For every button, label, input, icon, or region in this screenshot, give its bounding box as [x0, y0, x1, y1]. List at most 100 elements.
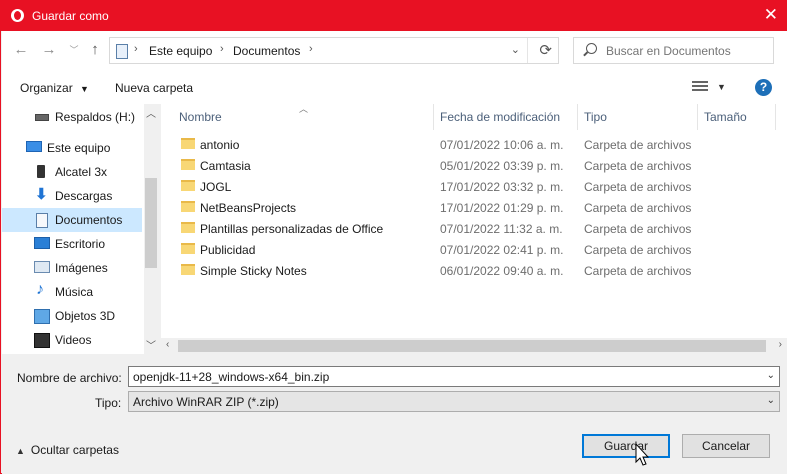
- navigation-pane-scrollbar[interactable]: ︿ ﹀: [144, 104, 158, 354]
- sidebar-item-musica[interactable]: ♪ Música: [2, 280, 142, 304]
- table-row[interactable]: antonio 07/01/2022 10:06 a. m. Carpeta d…: [177, 135, 777, 156]
- table-row[interactable]: Camtasia 05/01/2022 03:39 p. m. Carpeta …: [177, 156, 777, 177]
- toolbar: Organizar ▼ Nueva carpeta ▼ ?: [2, 71, 787, 104]
- column-separator: [697, 104, 698, 130]
- sidebar-item-label: Este equipo: [47, 141, 111, 155]
- pictures-icon: [34, 261, 50, 273]
- filetype-select[interactable]: Archivo WinRAR ZIP (*.zip) ⌄: [128, 391, 780, 412]
- location-icon: [116, 44, 128, 59]
- file-date: 07/01/2022 11:32 a. m.: [440, 222, 563, 236]
- hide-folders-toggle[interactable]: ▲ Ocultar carpetas: [16, 443, 119, 457]
- column-header-date[interactable]: Fecha de modificación: [440, 110, 560, 124]
- sidebar-item-label: Descargas: [55, 189, 113, 203]
- column-header-size[interactable]: Tamaño: [704, 110, 747, 124]
- drive-icon: [35, 114, 49, 121]
- table-row[interactable]: Publicidad 07/01/2022 02:41 p. m. Carpet…: [177, 240, 777, 261]
- file-type: Carpeta de archivos: [584, 180, 692, 194]
- folder-icon: [181, 222, 195, 233]
- sidebar-item-label: Videos: [55, 333, 92, 347]
- save-button[interactable]: Guardar: [582, 434, 670, 458]
- filename-dropdown-icon[interactable]: ⌄: [767, 370, 775, 381]
- window-title: Guardar como: [32, 9, 109, 23]
- file-type: Carpeta de archivos: [584, 201, 692, 215]
- table-row[interactable]: JOGL 17/01/2022 03:32 p. m. Carpeta de a…: [177, 177, 777, 198]
- download-icon: ⬇: [35, 186, 48, 203]
- help-icon[interactable]: ?: [755, 79, 772, 96]
- table-row[interactable]: Plantillas personalizadas de Office 07/0…: [177, 219, 777, 240]
- folder-icon: [181, 243, 195, 254]
- file-type: Carpeta de archivos: [584, 138, 692, 152]
- table-row[interactable]: NetBeansProjects 17/01/2022 01:29 p. m. …: [177, 198, 777, 219]
- computer-icon: [26, 141, 42, 152]
- document-icon: [36, 213, 48, 228]
- view-dropdown-icon[interactable]: ▼: [717, 82, 726, 92]
- scroll-down-icon[interactable]: ﹀: [146, 337, 156, 352]
- filename-field[interactable]: ⌄: [128, 366, 780, 387]
- sidebar-item-documentos[interactable]: Documentos: [2, 208, 142, 232]
- breadcrumb-separator-icon: ›: [220, 43, 224, 55]
- cancel-button[interactable]: Cancelar: [682, 434, 770, 458]
- sidebar-item-label: Objetos 3D: [55, 309, 116, 323]
- file-date: 07/01/2022 10:06 a. m.: [440, 138, 564, 152]
- file-name: antonio: [200, 138, 240, 152]
- sidebar-item-objetos-3d[interactable]: Objetos 3D: [2, 304, 142, 328]
- save-as-dialog: Guardar como ✕ ← → ﹀ ↑ › Este equipo › D…: [0, 0, 787, 474]
- file-date: 05/01/2022 03:39 p. m.: [440, 159, 564, 173]
- column-header-name[interactable]: Nombre: [179, 110, 222, 124]
- sidebar-item-imagenes[interactable]: Imágenes: [2, 256, 142, 280]
- table-row[interactable]: Simple Sticky Notes 06/01/2022 09:40 a. …: [177, 261, 777, 282]
- refresh-icon[interactable]: ⟳: [539, 41, 552, 59]
- sidebar-item-alcatel[interactable]: Alcatel 3x: [2, 160, 142, 184]
- horizontal-scrollbar[interactable]: ‹ ›: [161, 338, 787, 354]
- address-bar[interactable]: › Este equipo › Documentos › ⌄ ⟳: [109, 37, 559, 64]
- breadcrumb-este-equipo[interactable]: Este equipo: [149, 44, 212, 58]
- cube-icon: [34, 309, 50, 324]
- sidebar-item-respaldos[interactable]: Respaldos (H:): [2, 105, 142, 129]
- folder-icon: [181, 138, 195, 149]
- column-separator: [433, 104, 434, 130]
- organize-dropdown-icon: ▼: [80, 84, 89, 94]
- sidebar-item-descargas[interactable]: ⬇ Descargas: [2, 184, 142, 208]
- chevron-up-icon: ▲: [16, 446, 25, 456]
- recent-locations-chevron-icon[interactable]: ﹀: [64, 40, 84, 60]
- breadcrumb-documentos[interactable]: Documentos: [233, 44, 300, 58]
- close-icon[interactable]: ✕: [764, 6, 778, 24]
- scroll-left-icon[interactable]: ‹: [166, 339, 169, 350]
- file-name: Simple Sticky Notes: [200, 264, 307, 278]
- sort-ascending-icon: ︿: [299, 104, 309, 114]
- address-dropdown-icon[interactable]: ⌄: [511, 43, 520, 56]
- folder-icon: [181, 264, 195, 275]
- scroll-right-icon[interactable]: ›: [779, 339, 782, 350]
- file-date: 06/01/2022 09:40 a. m.: [440, 264, 564, 278]
- filename-input[interactable]: [133, 369, 753, 384]
- column-separator: [577, 104, 578, 130]
- desktop-icon: [34, 237, 50, 249]
- file-name: Camtasia: [200, 159, 251, 173]
- new-folder-button[interactable]: Nueva carpeta: [115, 81, 193, 95]
- save-form: Nombre de archivo: ⌄ Tipo: Archivo WinRA…: [2, 354, 787, 474]
- organize-menu[interactable]: Organizar ▼: [20, 81, 89, 95]
- view-options-icon[interactable]: [692, 81, 708, 93]
- navigation-pane: Respaldos (H:) Este equipo Alcatel 3x ⬇ …: [2, 104, 158, 354]
- sidebar-item-escritorio[interactable]: Escritorio: [2, 232, 142, 256]
- filetype-dropdown-icon[interactable]: ⌄: [767, 395, 775, 406]
- scrollbar-thumb[interactable]: [145, 178, 157, 268]
- video-icon: [34, 333, 50, 348]
- sidebar-item-este-equipo[interactable]: Este equipo: [2, 136, 142, 160]
- column-header-type[interactable]: Tipo: [584, 110, 607, 124]
- file-type: Carpeta de archivos: [584, 243, 692, 257]
- scrollbar-thumb[interactable]: [178, 340, 766, 352]
- phone-icon: [37, 165, 45, 178]
- back-arrow-icon[interactable]: ←: [11, 40, 31, 60]
- scroll-up-icon[interactable]: ︿: [146, 105, 156, 120]
- search-box[interactable]: [573, 37, 774, 64]
- file-type: Carpeta de archivos: [584, 159, 692, 173]
- up-arrow-icon[interactable]: ↑: [85, 40, 105, 60]
- folder-icon: [181, 180, 195, 191]
- filename-label: Nombre de archivo:: [17, 371, 122, 385]
- sidebar-item-videos[interactable]: Videos: [2, 328, 142, 352]
- forward-arrow-icon[interactable]: →: [39, 40, 59, 60]
- search-input[interactable]: [606, 41, 766, 60]
- folder-icon: [181, 159, 195, 170]
- file-name: Publicidad: [200, 243, 256, 257]
